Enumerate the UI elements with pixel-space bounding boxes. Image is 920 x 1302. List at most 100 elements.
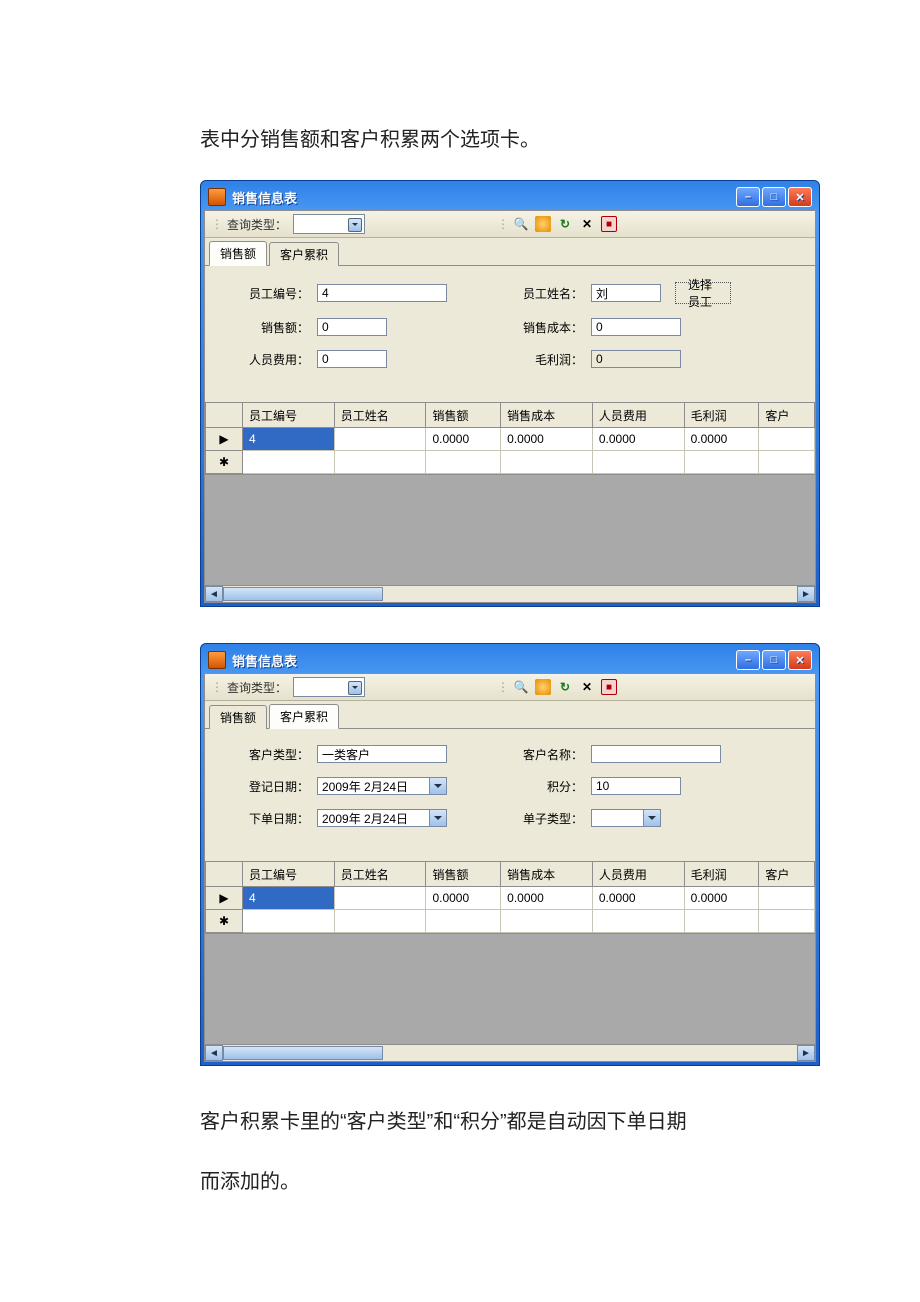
tab-sales[interactable]: 销售额 bbox=[209, 705, 267, 729]
register-date-picker[interactable] bbox=[317, 777, 447, 795]
points-input[interactable] bbox=[591, 777, 681, 795]
employee-name-label: 员工姓名： bbox=[493, 285, 583, 302]
cell-emp-name[interactable] bbox=[334, 887, 426, 910]
scroll-left-icon[interactable]: ◄ bbox=[205, 586, 223, 602]
grid-empty-area bbox=[205, 474, 815, 585]
stop-icon[interactable]: ■ bbox=[601, 679, 617, 695]
query-type-combo[interactable] bbox=[293, 677, 365, 697]
cell-fee[interactable]: 0.0000 bbox=[592, 887, 684, 910]
maximize-button[interactable]: □ bbox=[762, 650, 786, 670]
toolbar-grip-icon: ⋮ bbox=[211, 217, 221, 231]
toolbar: ⋮ 查询类型： ⋮ 🔍 ↻ ✕ ■ bbox=[205, 211, 815, 238]
cell-sales[interactable]: 0.0000 bbox=[426, 887, 501, 910]
dropdown-icon[interactable] bbox=[429, 778, 446, 794]
cell-cust[interactable] bbox=[759, 428, 815, 451]
toolbar-grip-icon: ⋮ bbox=[497, 680, 507, 694]
cell-cost[interactable]: 0.0000 bbox=[501, 887, 593, 910]
col-fee[interactable]: 人员费用 bbox=[592, 862, 684, 887]
data-grid[interactable]: 员工编号 员工姓名 销售额 销售成本 人员费用 毛利润 客户 ▶ 4 0.00 bbox=[205, 861, 815, 1061]
app-icon bbox=[208, 651, 226, 669]
scroll-thumb[interactable] bbox=[223, 1046, 383, 1060]
col-fee[interactable]: 人员费用 bbox=[592, 403, 684, 428]
cell-emp-name[interactable] bbox=[334, 428, 426, 451]
cell-sales[interactable]: 0.0000 bbox=[426, 428, 501, 451]
refresh-icon[interactable]: ↻ bbox=[557, 679, 573, 695]
scroll-right-icon[interactable]: ► bbox=[797, 586, 815, 602]
col-emp-name[interactable]: 员工姓名 bbox=[334, 862, 426, 887]
order-date-input[interactable] bbox=[317, 809, 447, 827]
gross-input bbox=[591, 350, 681, 368]
minimize-button[interactable]: – bbox=[736, 650, 760, 670]
titlebar[interactable]: 销售信息表 – □ ✕ bbox=[204, 647, 816, 673]
customer-name-input[interactable] bbox=[591, 745, 721, 763]
col-gross[interactable]: 毛利润 bbox=[684, 403, 759, 428]
cell-fee[interactable]: 0.0000 bbox=[592, 428, 684, 451]
cell-cust[interactable] bbox=[759, 887, 815, 910]
employee-name-input[interactable] bbox=[591, 284, 661, 302]
cell-gross[interactable]: 0.0000 bbox=[684, 428, 759, 451]
table-row[interactable]: ▶ 4 0.0000 0.0000 0.0000 0.0000 bbox=[206, 887, 815, 910]
horizontal-scrollbar[interactable]: ◄ ► bbox=[205, 585, 815, 602]
sales-cost-input[interactable] bbox=[591, 318, 681, 336]
close-button[interactable]: ✕ bbox=[788, 187, 812, 207]
dropdown-icon[interactable] bbox=[429, 810, 446, 826]
sales-input[interactable] bbox=[317, 318, 387, 336]
person-fee-label: 人员费用： bbox=[219, 351, 309, 368]
row-header-col bbox=[206, 403, 243, 428]
data-grid[interactable]: 员工编号 员工姓名 销售额 销售成本 人员费用 毛利润 客户 ▶ 4 0.00 bbox=[205, 402, 815, 602]
scroll-right-icon[interactable]: ► bbox=[797, 1045, 815, 1061]
col-cust[interactable]: 客户 bbox=[759, 403, 815, 428]
employee-id-input[interactable] bbox=[317, 284, 447, 302]
select-employee-button[interactable]: 选择员工 bbox=[675, 282, 731, 304]
cell-gross[interactable]: 0.0000 bbox=[684, 887, 759, 910]
cell-cost[interactable]: 0.0000 bbox=[501, 428, 593, 451]
tab-sales[interactable]: 销售额 bbox=[209, 241, 267, 266]
person-fee-input[interactable] bbox=[317, 350, 387, 368]
refresh-icon[interactable]: ↻ bbox=[557, 216, 573, 232]
tab-customer[interactable]: 客户累积 bbox=[269, 704, 339, 729]
titlebar[interactable]: 销售信息表 – □ ✕ bbox=[204, 184, 816, 210]
col-gross[interactable]: 毛利润 bbox=[684, 862, 759, 887]
minimize-button[interactable]: – bbox=[736, 187, 760, 207]
cell-emp-id[interactable]: 4 bbox=[243, 887, 335, 910]
tab-customer[interactable]: 客户累积 bbox=[269, 242, 339, 266]
col-cost[interactable]: 销售成本 bbox=[501, 403, 593, 428]
col-cost[interactable]: 销售成本 bbox=[501, 862, 593, 887]
register-date-input[interactable] bbox=[317, 777, 447, 795]
stop-icon[interactable]: ■ bbox=[601, 216, 617, 232]
col-sales[interactable]: 销售额 bbox=[426, 403, 501, 428]
order-date-picker[interactable] bbox=[317, 809, 447, 827]
col-cust[interactable]: 客户 bbox=[759, 862, 815, 887]
scroll-thumb[interactable] bbox=[223, 587, 383, 601]
new-row[interactable]: ✱ bbox=[206, 910, 815, 933]
dropdown-icon[interactable] bbox=[643, 810, 660, 826]
toolbar-grip-icon: ⋮ bbox=[211, 680, 221, 694]
sales-form: 员工编号： 员工姓名： 选择员工 销售额： 销售成本： 人员费用： bbox=[205, 266, 815, 402]
outro-paragraph-2: 而添加的。 bbox=[200, 1162, 840, 1202]
horizontal-scrollbar[interactable]: ◄ ► bbox=[205, 1044, 815, 1061]
edit-icon[interactable] bbox=[535, 216, 551, 232]
query-type-label: 查询类型： bbox=[227, 679, 287, 696]
new-row[interactable]: ✱ bbox=[206, 451, 815, 474]
col-emp-name[interactable]: 员工姓名 bbox=[334, 403, 426, 428]
customer-form: 客户类型： 客户名称： 登记日期： 积分： 下单日期： bbox=[205, 729, 815, 861]
grid-empty-area bbox=[205, 933, 815, 1044]
customer-type-input[interactable] bbox=[317, 745, 447, 763]
maximize-button[interactable]: □ bbox=[762, 187, 786, 207]
query-type-combo[interactable] bbox=[293, 214, 365, 234]
col-sales[interactable]: 销售额 bbox=[426, 862, 501, 887]
order-type-label: 单子类型： bbox=[493, 810, 583, 827]
close-button[interactable]: ✕ bbox=[788, 650, 812, 670]
outro-paragraph-1: 客户积累卡里的“客户类型”和“积分”都是自动因下单日期 bbox=[200, 1102, 840, 1142]
delete-icon[interactable]: ✕ bbox=[579, 216, 595, 232]
cell-emp-id[interactable]: 4 bbox=[243, 428, 335, 451]
search-icon[interactable]: 🔍 bbox=[513, 679, 529, 695]
delete-icon[interactable]: ✕ bbox=[579, 679, 595, 695]
search-icon[interactable]: 🔍 bbox=[513, 216, 529, 232]
edit-icon[interactable] bbox=[535, 679, 551, 695]
table-row[interactable]: ▶ 4 0.0000 0.0000 0.0000 0.0000 bbox=[206, 428, 815, 451]
scroll-left-icon[interactable]: ◄ bbox=[205, 1045, 223, 1061]
order-type-combo[interactable] bbox=[591, 809, 661, 827]
col-emp-id[interactable]: 员工编号 bbox=[243, 862, 335, 887]
col-emp-id[interactable]: 员工编号 bbox=[243, 403, 335, 428]
